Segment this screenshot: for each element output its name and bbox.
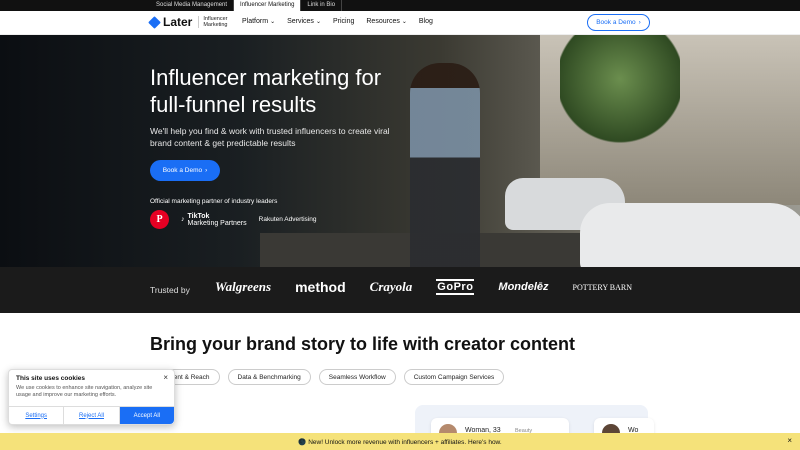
partner-logos: P ♪ TikTok Marketing Partners Rakuten Ad… — [150, 210, 316, 229]
nav-item-services[interactable]: Services ⌄ — [287, 18, 321, 25]
product-tabs: Social Media Management Influencer Marke… — [150, 0, 343, 11]
feature-pills: Content & Reach Data & Benchmarking Seam… — [150, 369, 505, 385]
hero-person-image — [410, 63, 480, 267]
nav-item-label: Pricing — [332, 18, 355, 25]
logo-subtitle: Influencer Marketing — [198, 16, 236, 28]
nav-item-blog[interactable]: Blog — [419, 18, 433, 25]
walgreens-logo: Walgreens — [215, 279, 272, 294]
brand-logos: Walgreens method Crayola GoPro Mondelēz … — [215, 279, 633, 295]
crayola-logo: Crayola — [369, 279, 413, 294]
book-demo-button[interactable]: Book a Demo › — [587, 14, 650, 31]
pill-seamless-workflow[interactable]: Seamless Workflow — [318, 369, 396, 385]
pill-data-benchmarking[interactable]: Data & Benchmarking — [227, 369, 311, 385]
logo-text: Later — [163, 15, 193, 29]
banner-text: 🌑 New! Unlock more revenue with influenc… — [298, 438, 502, 446]
nav-item-pricing[interactable]: Pricing — [333, 18, 354, 25]
tiktok-title: TikTok — [187, 212, 210, 220]
trusted-label: Trusted by — [150, 285, 190, 295]
hero-background-car — [580, 203, 800, 267]
tab-link-in-bio[interactable]: Link in Bio — [301, 0, 343, 11]
nav-item-label: Platform — [242, 18, 269, 25]
method-logo: method — [295, 279, 346, 295]
nav-menu: Platform ⌄ Services ⌄ Pricing Resources ⌄ B… — [242, 18, 433, 25]
chevron-down-icon: ⌄ — [401, 19, 407, 25]
chevron-right-icon: › — [638, 19, 641, 26]
nav-item-resources[interactable]: Resources ⌄ — [366, 18, 407, 25]
chevron-right-icon: › — [205, 167, 208, 174]
tab-social-media-management[interactable]: Social Media Management — [150, 0, 235, 11]
cookie-settings-button[interactable]: Settings — [9, 407, 65, 424]
section-title: Bring your brand story to life with crea… — [150, 334, 576, 354]
close-icon[interactable]: × — [787, 436, 792, 445]
hero-title: Influencer marketing for full-funnel res… — [150, 65, 382, 117]
chevron-down-icon: ⌄ — [270, 19, 276, 25]
tiktok-icon: ♪ — [181, 216, 185, 223]
pinterest-icon: P — [150, 210, 169, 229]
hero-book-demo-label: Book a Demo — [162, 167, 203, 174]
cookie-consent-dialog: This site uses cookies × We use cookies … — [8, 369, 175, 425]
tab-influencer-marketing[interactable]: Influencer Marketing — [234, 0, 302, 11]
pill-custom-campaign-services[interactable]: Custom Campaign Services — [403, 369, 505, 385]
logo[interactable]: Later Influencer Marketing — [148, 15, 236, 29]
mondelez-logo: Mondelēz — [498, 281, 549, 293]
book-demo-label: Book a Demo — [596, 19, 636, 26]
top-product-strip: Social Media Management Influencer Marke… — [0, 0, 800, 11]
cookie-title: This site uses cookies — [16, 375, 86, 382]
main-nav: Later Influencer Marketing Platform ⌄ Ser… — [0, 11, 800, 35]
close-icon[interactable]: × — [163, 373, 168, 382]
tiktok-marketing-partners-logo: ♪ TikTok Marketing Partners — [181, 213, 247, 227]
cookie-body: We use cookies to enhance site navigatio… — [16, 385, 153, 398]
chevron-down-icon: ⌄ — [315, 19, 321, 25]
hero-background-tree — [560, 35, 680, 145]
gopro-logo: GoPro — [436, 279, 475, 295]
announcement-banner[interactable]: 🌑 New! Unlock more revenue with influenc… — [0, 433, 800, 450]
rakuten-advertising-logo: Rakuten Advertising — [258, 216, 317, 223]
trusted-by-strip: Trusted by Walgreens method Crayola GoPr… — [0, 267, 800, 313]
cookie-actions: Settings Reject All Accept All — [9, 406, 174, 424]
hero-section: Influencer marketing for full-funnel res… — [0, 35, 800, 267]
pottery-barn-logo: POTTERY BARN — [572, 282, 633, 292]
partner-label: Official marketing partner of industry l… — [150, 198, 278, 205]
cookie-reject-button[interactable]: Reject All — [64, 407, 120, 424]
hero-book-demo-button[interactable]: Book a Demo › — [150, 160, 220, 181]
later-logo-icon — [148, 15, 161, 29]
tiktok-subtitle: Marketing Partners — [187, 219, 247, 227]
nav-item-label: Services — [287, 18, 314, 25]
nav-item-label: Blog — [418, 18, 433, 25]
cookie-accept-button[interactable]: Accept All — [119, 407, 174, 424]
hero-subtitle: We'll help you find & work with trusted … — [150, 126, 390, 148]
nav-item-platform[interactable]: Platform ⌄ — [242, 18, 275, 25]
nav-item-label: Resources — [366, 18, 400, 25]
